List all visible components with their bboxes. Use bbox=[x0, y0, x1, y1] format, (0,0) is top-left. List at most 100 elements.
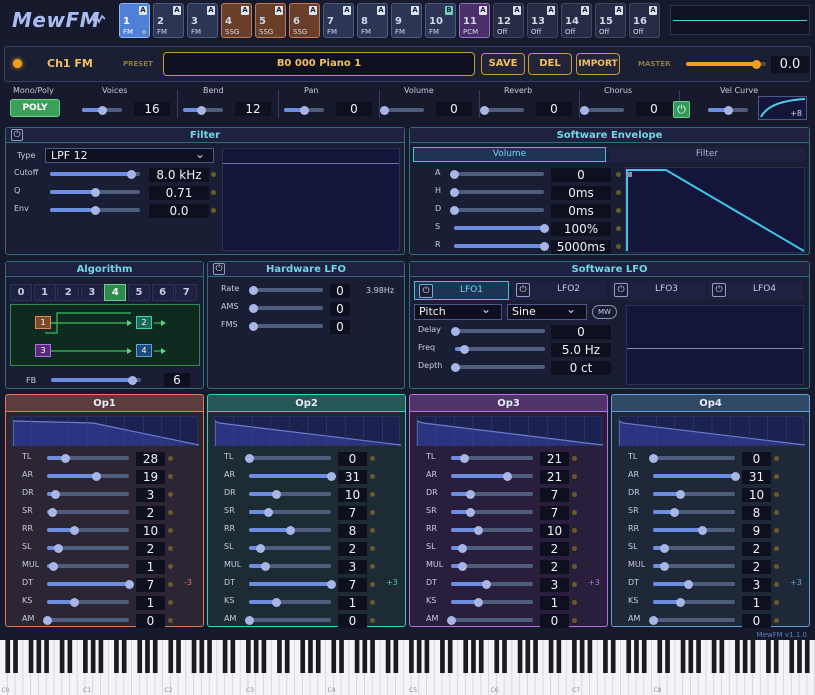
mod-dot[interactable] bbox=[774, 510, 779, 515]
global-slider-0[interactable] bbox=[82, 105, 122, 115]
black-key[interactable] bbox=[145, 640, 150, 673]
channel-button-8[interactable]: A 8 FM bbox=[357, 3, 388, 38]
mod-dot[interactable] bbox=[370, 564, 375, 569]
algorithm-tab-6[interactable]: 6 bbox=[151, 284, 174, 301]
op3-slider-6[interactable] bbox=[451, 561, 533, 571]
channel-button-14[interactable]: A 14 Off bbox=[561, 3, 592, 38]
hw-lfo-slider-1[interactable] bbox=[249, 303, 323, 313]
black-key[interactable] bbox=[680, 640, 686, 673]
op3-slider-1[interactable] bbox=[451, 471, 533, 481]
black-key[interactable] bbox=[191, 640, 197, 673]
lfo-slider-0[interactable] bbox=[451, 326, 545, 336]
env-slider-2[interactable] bbox=[450, 205, 544, 215]
env-slider-3[interactable] bbox=[454, 223, 549, 233]
black-key[interactable] bbox=[308, 640, 313, 673]
mod-dot[interactable] bbox=[774, 618, 779, 623]
lfo-power-icon[interactable]: ⏻ bbox=[419, 284, 433, 298]
black-key[interactable] bbox=[284, 640, 290, 673]
channel-button-13[interactable]: A 13 Off bbox=[527, 3, 558, 38]
mod-dot[interactable] bbox=[168, 456, 173, 461]
preset-name-field[interactable]: B0 000 Piano 1 bbox=[163, 52, 475, 76]
black-key[interactable] bbox=[696, 640, 701, 673]
hw-lfo-slider-2[interactable] bbox=[249, 321, 323, 331]
mod-dot[interactable] bbox=[572, 474, 577, 479]
black-key[interactable] bbox=[463, 640, 469, 673]
mod-dot[interactable] bbox=[572, 492, 577, 497]
import-button[interactable]: IMPORT bbox=[576, 53, 620, 75]
lfo-power-icon[interactable]: ⏻ bbox=[712, 283, 726, 297]
mod-dot[interactable] bbox=[370, 618, 375, 623]
op3-slider-9[interactable] bbox=[447, 615, 533, 625]
mod-dot[interactable] bbox=[616, 190, 621, 195]
black-key[interactable] bbox=[67, 640, 73, 673]
op1-slider-9[interactable] bbox=[43, 615, 129, 625]
op4-slider-9[interactable] bbox=[649, 615, 735, 625]
black-key[interactable] bbox=[28, 640, 34, 673]
black-key[interactable] bbox=[478, 640, 484, 673]
op1-slider-7[interactable] bbox=[47, 579, 134, 589]
black-key[interactable] bbox=[370, 640, 375, 673]
env-slider-0[interactable] bbox=[450, 169, 544, 179]
mod-dot[interactable] bbox=[572, 456, 577, 461]
black-key[interactable] bbox=[230, 640, 236, 673]
op3-slider-3[interactable] bbox=[451, 507, 533, 517]
vel-curve-graph[interactable]: +8 bbox=[758, 96, 807, 120]
mod-dot[interactable] bbox=[572, 528, 577, 533]
black-key[interactable] bbox=[261, 640, 267, 673]
op3-slider-8[interactable] bbox=[451, 597, 533, 607]
filter-type-select[interactable]: LPF 12 ⌄ bbox=[45, 147, 214, 163]
op4-slider-7[interactable] bbox=[653, 579, 735, 589]
piano-keyboard[interactable]: C0 C1 C2 C3 C4 C5 C6 C7 C8 bbox=[0, 640, 815, 695]
op2-slider-7[interactable] bbox=[249, 579, 336, 589]
black-key[interactable] bbox=[517, 640, 523, 673]
black-key[interactable] bbox=[626, 640, 632, 673]
channel-button-1[interactable]: A 1 FM bbox=[119, 3, 150, 38]
black-key[interactable] bbox=[610, 640, 616, 673]
black-key[interactable] bbox=[804, 640, 810, 673]
black-key[interactable] bbox=[393, 640, 399, 673]
global-slider-5[interactable] bbox=[580, 105, 624, 115]
black-key[interactable] bbox=[471, 640, 476, 673]
op3-slider-5[interactable] bbox=[451, 543, 533, 553]
channel-button-16[interactable]: A 16 Off bbox=[629, 3, 660, 38]
mod-dot[interactable] bbox=[774, 528, 779, 533]
mod-dot[interactable] bbox=[774, 582, 779, 587]
black-key[interactable] bbox=[253, 640, 259, 673]
op3-slider-4[interactable] bbox=[451, 525, 533, 535]
channel-button-4[interactable]: A 4 SSG bbox=[221, 3, 252, 38]
black-key[interactable] bbox=[222, 640, 228, 673]
operator-envelope-graph[interactable] bbox=[214, 416, 402, 447]
mod-dot[interactable] bbox=[572, 582, 577, 587]
black-key[interactable] bbox=[416, 640, 422, 673]
op2-slider-9[interactable] bbox=[245, 615, 331, 625]
mod-dot[interactable] bbox=[616, 208, 621, 213]
mod-dot[interactable] bbox=[168, 618, 173, 623]
black-key[interactable] bbox=[440, 640, 445, 673]
op4-slider-6[interactable] bbox=[653, 561, 735, 571]
op4-slider-8[interactable] bbox=[653, 597, 735, 607]
black-key[interactable] bbox=[572, 640, 577, 673]
mod-dot[interactable] bbox=[168, 600, 173, 605]
black-key[interactable] bbox=[59, 640, 65, 673]
black-key[interactable] bbox=[339, 640, 344, 673]
lfo-tab-2[interactable]: ⏻ LFO2 bbox=[512, 281, 607, 300]
poly-button[interactable]: POLY bbox=[10, 99, 60, 117]
delete-button[interactable]: DEL bbox=[528, 53, 572, 75]
op4-slider-1[interactable] bbox=[653, 471, 740, 481]
op1-slider-5[interactable] bbox=[47, 543, 129, 553]
black-key[interactable] bbox=[152, 640, 158, 673]
mod-dot[interactable] bbox=[774, 546, 779, 551]
black-key[interactable] bbox=[168, 640, 174, 673]
mod-dot[interactable] bbox=[572, 564, 577, 569]
lfo-target-select[interactable]: Pitch ⌄ bbox=[414, 302, 502, 320]
op1-slider-0[interactable] bbox=[47, 453, 129, 463]
black-key[interactable] bbox=[742, 640, 748, 673]
op3-slider-7[interactable] bbox=[451, 579, 533, 589]
mod-dot[interactable] bbox=[370, 474, 375, 479]
mod-dot[interactable] bbox=[572, 510, 577, 515]
black-key[interactable] bbox=[750, 640, 756, 673]
op2-slider-5[interactable] bbox=[249, 543, 331, 553]
black-key[interactable] bbox=[90, 640, 96, 673]
op4-slider-5[interactable] bbox=[653, 543, 735, 553]
channel-button-2[interactable]: A 2 FM bbox=[153, 3, 184, 38]
